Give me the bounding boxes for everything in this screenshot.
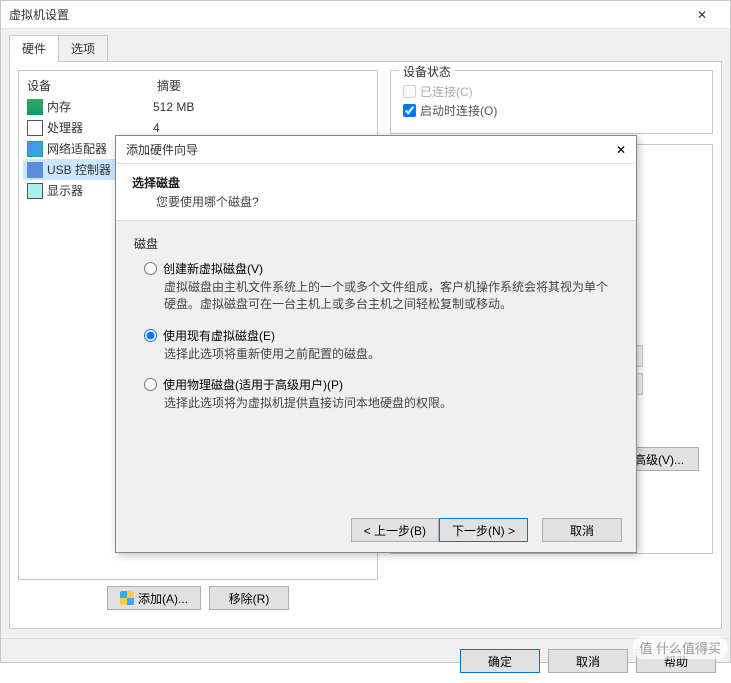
tab-options[interactable]: 选项 bbox=[58, 35, 108, 62]
next-button[interactable]: 下一步(N) > bbox=[439, 518, 528, 542]
cpu-icon bbox=[27, 120, 43, 136]
titlebar: 虚拟机设置 bbox=[1, 1, 730, 29]
tab-hardware[interactable]: 硬件 bbox=[9, 35, 59, 62]
radio-create-new[interactable]: 创建新虚拟磁盘(V) bbox=[144, 260, 618, 277]
section-label: 磁盘 bbox=[134, 235, 618, 252]
wizard-title: 添加硬件向导 bbox=[126, 141, 616, 158]
group-title: 设备状态 bbox=[399, 63, 455, 80]
radio-use-physical[interactable]: 使用物理磁盘(适用于高级用户)(P) bbox=[144, 376, 618, 393]
cancel-button[interactable]: 取消 bbox=[548, 649, 628, 673]
remove-button[interactable]: 移除(R) bbox=[209, 586, 289, 610]
usb-icon bbox=[27, 162, 43, 178]
device-header: 设备 摘要 bbox=[23, 75, 373, 96]
window-title: 虚拟机设置 bbox=[9, 6, 682, 23]
footer: 确定 取消 帮助 bbox=[1, 638, 730, 683]
radio-use-existing[interactable]: 使用现有虚拟磁盘(E) bbox=[144, 327, 618, 344]
add-hardware-wizard: 添加硬件向导 选择磁盘 您要使用哪个磁盘? 磁盘 创建新虚拟磁盘(V) 虚拟磁盘… bbox=[115, 135, 637, 553]
ok-button[interactable]: 确定 bbox=[460, 649, 540, 673]
desc-create-new: 虚拟磁盘由主机文件系统上的一个或多个文件组成，客户机操作系统会将其视为单个硬盘。… bbox=[164, 279, 618, 313]
desc-use-physical: 选择此选项将为虚拟机提供直接访问本地硬盘的权限。 bbox=[164, 395, 618, 412]
wizard-heading: 选择磁盘 bbox=[132, 174, 620, 191]
memory-icon bbox=[27, 99, 43, 115]
shield-icon bbox=[120, 591, 134, 605]
wizard-footer: < 上一步(B) 下一步(N) > 取消 bbox=[116, 508, 636, 552]
wizard-titlebar: 添加硬件向导 bbox=[116, 136, 636, 164]
wizard-subheading: 您要使用哪个磁盘? bbox=[132, 191, 620, 210]
tabstrip: 硬件 选项 bbox=[1, 29, 730, 62]
display-icon bbox=[27, 183, 43, 199]
network-icon bbox=[27, 141, 43, 157]
wizard-body: 磁盘 创建新虚拟磁盘(V) 虚拟磁盘由主机文件系统上的一个或多个文件组成，客户机… bbox=[116, 221, 636, 508]
close-icon[interactable] bbox=[682, 1, 722, 29]
wizard-header: 选择磁盘 您要使用哪个磁盘? bbox=[116, 164, 636, 221]
device-status-group: 设备状态 已连接(C) 启动时连接(O) bbox=[390, 70, 713, 134]
nav-group: < 上一步(B) 下一步(N) > bbox=[351, 518, 528, 542]
watermark: 值 什么值得买 bbox=[633, 636, 727, 659]
wizard-cancel-button[interactable]: 取消 bbox=[542, 518, 622, 542]
col-summary: 摘要 bbox=[157, 77, 369, 94]
back-button[interactable]: < 上一步(B) bbox=[351, 518, 439, 542]
device-buttons: 添加(A)... 移除(R) bbox=[18, 580, 378, 620]
desc-use-existing: 选择此选项将重新使用之前配置的磁盘。 bbox=[164, 346, 618, 363]
connect-on-start-checkbox[interactable]: 启动时连接(O) bbox=[403, 102, 700, 119]
device-row-memory[interactable]: 内存512 MB bbox=[23, 96, 373, 117]
col-device: 设备 bbox=[27, 77, 157, 94]
wizard-close-icon[interactable] bbox=[616, 143, 626, 157]
connected-checkbox[interactable]: 已连接(C) bbox=[403, 83, 700, 100]
add-button[interactable]: 添加(A)... bbox=[107, 586, 201, 610]
